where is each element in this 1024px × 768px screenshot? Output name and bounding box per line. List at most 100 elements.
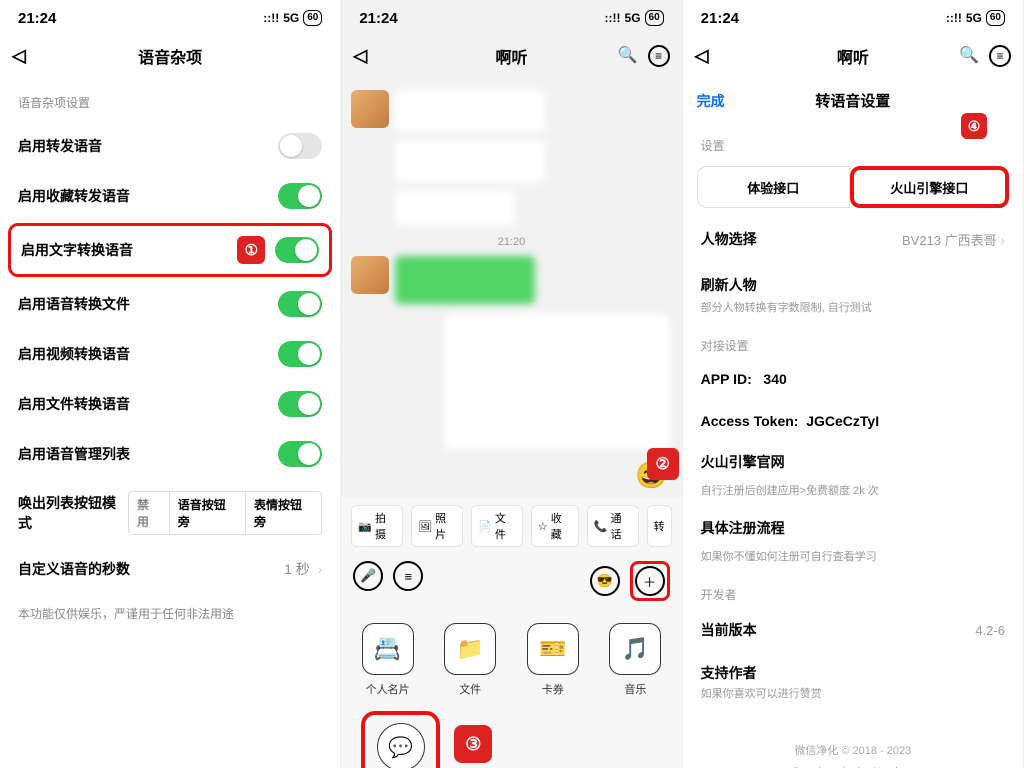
row-label: 启用语音管理列表 <box>18 444 130 464</box>
row-video-to-voice[interactable]: 启用视频转换语音 <box>0 329 340 379</box>
avatar[interactable] <box>351 90 389 128</box>
row-voice-to-file[interactable]: 启用语音转换文件 <box>0 279 340 329</box>
tts-icon: 💬 <box>377 723 425 768</box>
seg-emoji-side[interactable]: 表情按钮旁 <box>245 491 322 535</box>
row-seconds[interactable]: 自定义语音的秒数 1 秒 › <box>0 547 340 591</box>
message-in[interactable] <box>351 90 671 132</box>
tb-file[interactable]: 📄 文件 <box>471 505 523 547</box>
toggle-fav-forward[interactable] <box>278 183 322 209</box>
chat-area[interactable]: 21:20 😄 <box>341 76 681 497</box>
row-label: 启用文件转换语音 <box>18 394 130 414</box>
menu-icon[interactable]: ≡ <box>989 45 1011 67</box>
toggle-file-to-voice[interactable] <box>278 391 322 417</box>
grid-card[interactable]: 🎫卡券 <box>516 623 589 697</box>
attachment-grid: 📇个人名片 📁文件 🎫卡券 🎵音乐 💬 转语音设置 ③ • • <box>341 607 681 768</box>
battery-icon: 60 <box>986 10 1005 26</box>
input-icon-row: 🎤 ≡ 😎 ＋ <box>341 555 681 607</box>
music-icon: 🎵 <box>609 623 661 675</box>
signal-icon: ::!! <box>946 11 962 25</box>
character-value: BV213 广西表哥› <box>902 230 1005 249</box>
image-bubble[interactable] <box>442 312 672 452</box>
toggle-text-to-voice[interactable] <box>275 237 319 263</box>
row-text-to-voice[interactable]: 启用文字转换语音 ① <box>8 223 332 277</box>
list-icon[interactable]: ≡ <box>393 561 423 591</box>
row-official-site[interactable]: 火山引擎官网 <box>683 442 1023 482</box>
row-label: 启用视频转换语音 <box>18 344 130 364</box>
page-title: 语音杂项 <box>138 44 202 68</box>
back-icon[interactable]: ◁ <box>353 46 367 67</box>
done-button[interactable]: 完成 <box>697 91 725 111</box>
signal-icon: ::!! <box>263 11 279 25</box>
version-value: 4.2-6 <box>975 623 1005 638</box>
back-icon[interactable]: ◁ <box>12 46 26 67</box>
emoji-icon[interactable]: 😎 <box>590 566 620 596</box>
network-label: 5G <box>625 11 641 25</box>
tb-shoot[interactable]: 📷 拍摄 <box>351 505 403 547</box>
timestamp: 21:20 <box>351 236 671 248</box>
back-icon[interactable]: ◁ <box>695 46 709 67</box>
bubble-blurred <box>395 140 545 182</box>
battery-icon: 60 <box>303 10 322 26</box>
bubble-blurred <box>395 90 545 132</box>
voice-icon[interactable]: 🎤 <box>353 561 383 591</box>
search-icon[interactable]: 🔍 <box>959 45 979 67</box>
row-file-to-voice[interactable]: 启用文件转换语音 <box>0 379 340 429</box>
row-voice-manage[interactable]: 启用语音管理列表 <box>0 429 340 479</box>
row-label: 启用收藏转发语音 <box>18 186 130 206</box>
seg-trial[interactable]: 体验接口 <box>697 166 850 208</box>
nav-bar: ◁ 语音杂项 <box>0 36 340 76</box>
search-icon[interactable]: 🔍 <box>618 45 638 67</box>
site-note: 自行注册后创建应用>免费额度 2k 次 <box>683 482 1023 508</box>
appid-label: APP ID: <box>701 371 752 387</box>
toggle-voice-to-file[interactable] <box>278 291 322 317</box>
toggle-voice-manage[interactable] <box>278 441 322 467</box>
tb-photo[interactable]: 🖼 照片 <box>411 505 463 547</box>
tb-call[interactable]: 📞 通话 <box>587 505 639 547</box>
grid-music[interactable]: 🎵音乐 <box>599 623 672 697</box>
footer-hint: 本功能仅供娱乐，严谨用于任何非法用途 <box>0 591 340 636</box>
voice-bubble[interactable] <box>395 256 535 304</box>
footer: 微信净化 © 2018 - 2023 Developed ♥ by Netska… <box>683 711 1023 768</box>
row-token[interactable]: Access Token: JGCeCzTyI <box>683 400 1023 442</box>
seg-volcano[interactable]: 火山引擎接口 <box>850 166 1009 208</box>
callout-badge-3: ③ <box>454 725 492 763</box>
row-fav-forward-voice[interactable]: 启用收藏转发语音 <box>0 171 340 221</box>
toggle-forward-voice[interactable] <box>278 133 322 159</box>
grid-file[interactable]: 📁文件 <box>434 623 507 697</box>
grid-tts-settings[interactable]: 💬 转语音设置 <box>361 711 440 768</box>
row-forward-voice[interactable]: 启用转发语音 <box>0 121 340 171</box>
row-character[interactable]: 人物选择 BV213 广西表哥› <box>683 216 1023 262</box>
row-label: 自定义语音的秒数 <box>18 559 130 579</box>
avatar[interactable] <box>351 256 389 294</box>
row-label: 唤出列表按钮模式 <box>18 493 129 533</box>
tb-fav[interactable]: ☆ 收藏 <box>531 505 579 547</box>
row-version: 当前版本 4.2-6 <box>683 607 1023 653</box>
menu-icon[interactable]: ≡ <box>648 45 670 67</box>
grid-namecard[interactable]: 📇个人名片 <box>351 623 424 697</box>
row-register-flow[interactable]: 具体注册流程 <box>683 508 1023 548</box>
seg-disabled[interactable]: 禁用 <box>128 491 170 535</box>
chat-title: 啊听 <box>837 44 869 68</box>
row-refresh[interactable]: 刷新人物 <box>683 262 1023 299</box>
row-support[interactable]: 支持作者 <box>683 653 1023 685</box>
message-in[interactable] <box>351 190 671 228</box>
seg-voice-side[interactable]: 语音按钮旁 <box>169 491 246 535</box>
tb-more[interactable]: 转 <box>647 505 672 547</box>
engine-segmented[interactable]: 体验接口 火山引擎接口 <box>697 166 1009 208</box>
footer-line: Developed ♥ by Netskao <box>693 762 1013 768</box>
status-bar: 21:24 ::!! 5G 60 <box>0 0 340 36</box>
nav-bar: ◁ 啊听 🔍 ≡ <box>341 36 681 76</box>
row-appid[interactable]: APP ID: 340 <box>683 358 1023 400</box>
toggle-video-to-voice[interactable] <box>278 341 322 367</box>
callout-badge-1: ① <box>237 236 265 264</box>
reg-note: 如果你不懂如何注册可自行查看学习 <box>683 548 1023 574</box>
row-label: 启用转发语音 <box>18 136 102 156</box>
callout-badge-4: ④ <box>961 113 987 139</box>
plus-icon[interactable]: ＋ <box>635 566 665 596</box>
message-out[interactable] <box>351 312 671 452</box>
mode-segmented[interactable]: 禁用 语音按钮旁 表情按钮旁 <box>129 491 322 535</box>
folder-icon: 📁 <box>444 623 496 675</box>
bubble-blurred <box>395 190 515 226</box>
message-in[interactable] <box>351 256 671 304</box>
message-in[interactable] <box>351 140 671 182</box>
